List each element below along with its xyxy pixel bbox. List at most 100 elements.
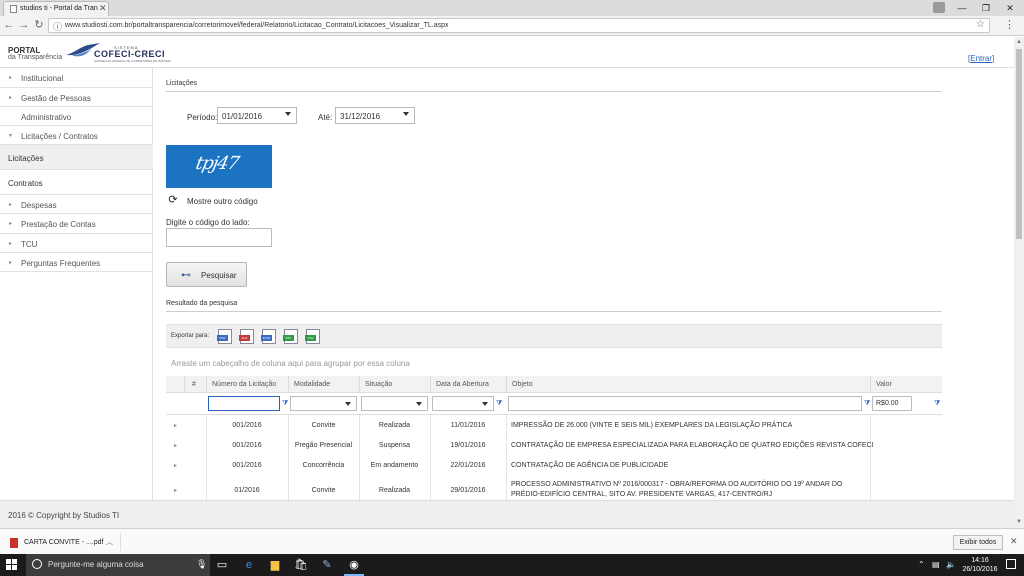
filter-icon[interactable]: ⧩ <box>934 400 940 408</box>
sidebar-item-gestao-pessoas[interactable]: ▸ Gestão de Pessoas <box>0 88 153 107</box>
tab-close-icon[interactable]: ✕ <box>99 3 107 14</box>
expand-row-icon[interactable]: ▸ <box>174 487 177 494</box>
period-from-select[interactable]: 01/01/2016 <box>217 107 297 124</box>
period-to-select[interactable]: 31/12/2016 <box>335 107 415 124</box>
result-title: Resultado da pesquisa <box>166 300 238 307</box>
task-view-icon[interactable]: ▭ <box>215 558 229 572</box>
grid-filter-row: ⧩ ⧩ ⧩ R$0.00 ⧩ <box>166 393 942 415</box>
reload-icon[interactable]: ↻ <box>32 18 46 33</box>
refresh-captcha-icon[interactable]: ⟳ <box>166 193 180 207</box>
column-header-objeto[interactable]: Objeto <box>506 376 870 393</box>
close-window-button[interactable]: ✕ <box>998 1 1022 15</box>
column-header-situacao[interactable]: Situação <box>359 376 430 393</box>
column-header-numero[interactable]: Número da Licitação <box>206 376 288 393</box>
page-scrollbar[interactable]: ▲ ▼ <box>1014 37 1024 528</box>
back-icon[interactable]: ← <box>2 18 16 33</box>
sidebar-item-institucional[interactable]: ▸ Institucional <box>0 68 153 88</box>
chevron-down-icon <box>345 402 351 406</box>
page-viewport: PORTAL da Transparência SISTEMA COFECI-C… <box>0 37 1014 528</box>
export-xls-icon[interactable]: XLS <box>239 329 254 344</box>
sidebar-item-contratos[interactable]: Contratos <box>0 170 153 195</box>
sidebar-item-licitacoes[interactable]: Licitações <box>0 145 153 170</box>
refresh-captcha-link[interactable]: Mostre outro código <box>187 197 258 206</box>
sidebar-item-perguntas-frequentes[interactable]: ▸ Perguntas Frequentes <box>0 253 153 272</box>
export-label: Exportar para: <box>171 333 210 339</box>
export-csv-icon[interactable]: CSV <box>305 329 320 344</box>
table-row[interactable]: ▸ 001/2016 Convite Realizada 11/01/2016 … <box>166 418 942 438</box>
scrollbar-thumb[interactable] <box>1016 49 1022 239</box>
filter-numero-input[interactable] <box>208 396 280 411</box>
url-text[interactable]: www.studiosti.com.br/portaltransparencia… <box>65 22 449 29</box>
filter-objeto-input[interactable] <box>508 396 862 411</box>
filter-situacao-select[interactable] <box>361 396 428 411</box>
chevron-down-icon <box>482 402 488 406</box>
logo-transparencia-text: da Transparência <box>8 54 63 61</box>
filter-valor-input[interactable]: R$0.00 <box>872 396 912 411</box>
filter-data-select[interactable] <box>432 396 494 411</box>
show-all-downloads-button[interactable]: Exibir todos <box>953 535 1003 550</box>
sidebar-item-licitacoes-contratos[interactable]: ▾ Licitações / Contratos <box>0 126 153 145</box>
filter-modalidade-select[interactable] <box>290 396 357 411</box>
brand-name: COFECI-CRECI <box>94 49 165 59</box>
expand-row-icon[interactable]: ▸ <box>174 462 177 469</box>
column-header-valor[interactable]: Valor <box>870 376 942 393</box>
chevron-down-icon: ▾ <box>9 133 13 139</box>
taskbar-search-box[interactable]: Pergunte-me alguma coisa 🎙 <box>26 554 210 576</box>
filter-icon[interactable]: ⧩ <box>282 400 288 408</box>
captcha-code-label: Digite o código do lado: <box>166 218 250 227</box>
filter-icon[interactable]: ⧩ <box>864 400 870 408</box>
column-header-modalidade[interactable]: Modalidade <box>288 376 359 393</box>
store-icon[interactable]: 🛍 <box>294 558 308 572</box>
expand-row-icon[interactable]: ▸ <box>174 422 177 429</box>
restore-button[interactable]: ❐ <box>974 1 998 15</box>
sidebar-item-tcu[interactable]: ▸ TCU <box>0 234 153 253</box>
export-rtf-icon[interactable]: RTF <box>283 329 298 344</box>
table-row[interactable]: ▸ 001/2016 Concorrência Em andamento 22/… <box>166 458 942 478</box>
column-header-index[interactable]: # <box>184 376 206 393</box>
microphone-icon[interactable]: 🎙 <box>196 559 207 570</box>
scroll-up-icon[interactable]: ▲ <box>1016 39 1022 45</box>
copyright-text: 2016 © Copyright by Studios TI <box>8 511 120 520</box>
sidebar-item-administrativo[interactable]: Administrativo <box>0 107 153 126</box>
windows-start-icon[interactable] <box>6 559 18 571</box>
search-button[interactable]: ⊷ Pesquisar <box>166 262 247 287</box>
sidebar-item-despesas[interactable]: ▸ Despesas <box>0 195 153 214</box>
chevron-right-icon: ▸ <box>9 95 13 101</box>
export-pdf-icon[interactable]: PDF <box>217 329 232 344</box>
address-bar[interactable]: ⓘ www.studiosti.com.br/portaltransparenc… <box>48 18 990 33</box>
chevron-up-icon[interactable]: ︿ <box>106 537 113 547</box>
windows-taskbar: Pergunte-me alguma coisa 🎙 ▭ e ▆ 🛍 ✎ ◉ ⌃… <box>0 554 1024 576</box>
volume-icon[interactable]: 🔈 <box>946 560 956 569</box>
table-row[interactable]: ▸ 001/2016 Pregão Presencial Suspensa 19… <box>166 438 942 458</box>
browser-menu-icon[interactable]: ⋮ <box>1004 18 1015 31</box>
chevron-right-icon: ▸ <box>9 75 13 81</box>
bookmark-star-icon[interactable]: ☆ <box>976 19 985 30</box>
site-header: PORTAL da Transparência SISTEMA COFECI-C… <box>0 37 1014 68</box>
file-explorer-icon[interactable]: ▆ <box>268 558 282 572</box>
taskbar-clock[interactable]: 14:16 26/10/2016 <box>960 556 1000 574</box>
filter-icon[interactable]: ⧩ <box>496 400 502 408</box>
edge-icon[interactable]: e <box>242 558 256 572</box>
expand-row-icon[interactable]: ▸ <box>174 442 177 449</box>
app-icon[interactable]: ✎ <box>320 558 334 572</box>
group-panel-hint: Arraste um cabeçalho de coluna aqui para… <box>171 359 410 368</box>
chevron-right-icon: ▸ <box>9 221 13 227</box>
browser-tab[interactable]: studios ti - Portal da Tran ✕ <box>3 1 109 16</box>
login-link[interactable]: [Entrar] <box>968 54 994 63</box>
forward-icon[interactable]: → <box>17 18 31 33</box>
profile-icon[interactable] <box>933 2 945 13</box>
network-icon[interactable]: ▤ <box>932 560 940 569</box>
captcha-code-input[interactable] <box>166 228 272 247</box>
page-info-icon[interactable]: ⓘ <box>53 20 62 33</box>
column-header-data[interactable]: Data da Abertura <box>430 376 506 393</box>
minimize-button[interactable]: — <box>950 1 974 15</box>
export-xlsx-icon[interactable]: XLSX <box>261 329 276 344</box>
tray-chevron-icon[interactable]: ⌃ <box>918 560 925 569</box>
close-download-bar-icon[interactable]: ✕ <box>1010 536 1018 547</box>
download-item[interactable]: CARTA CONVITE - ....pdf <box>24 539 103 546</box>
sidebar-item-prestacao-contas[interactable]: ▸ Prestação de Contas <box>0 214 153 234</box>
page-title: Licitações <box>166 80 198 87</box>
notification-center-icon[interactable] <box>1006 559 1016 569</box>
scroll-down-icon[interactable]: ▼ <box>1016 519 1022 525</box>
chrome-icon[interactable]: ◉ <box>344 558 364 576</box>
